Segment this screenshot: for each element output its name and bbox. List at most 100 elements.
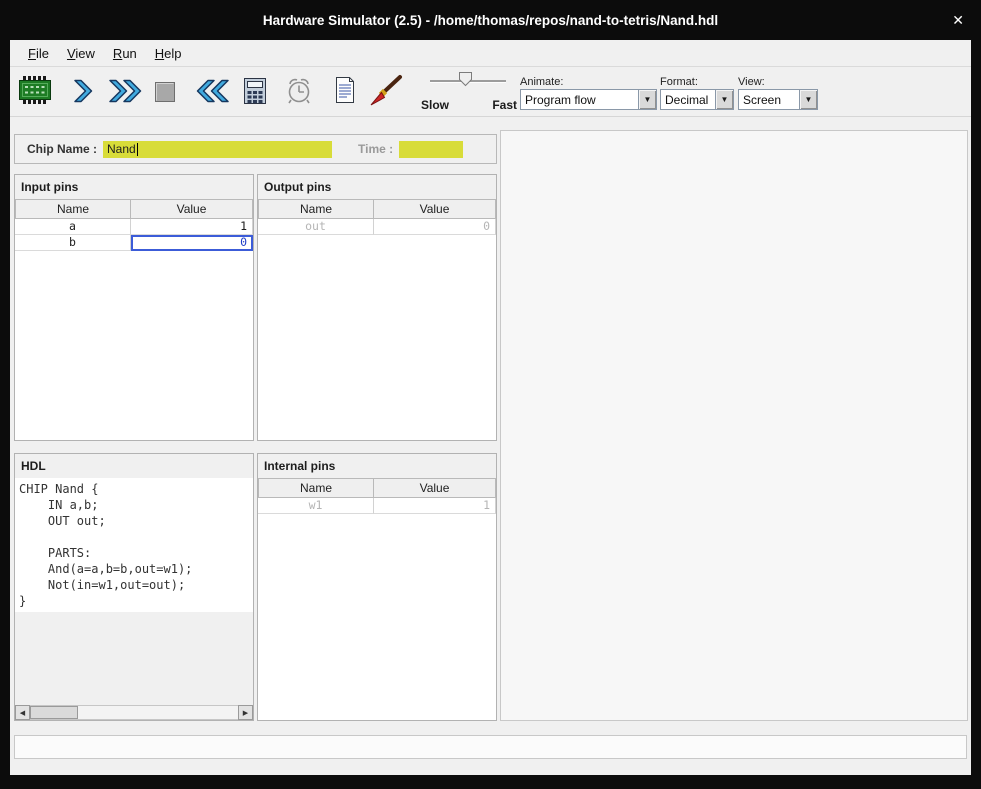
chevron-down-icon: ▼ xyxy=(805,96,813,104)
reset-button[interactable] xyxy=(190,76,232,106)
chip-name-label: Chip Name : xyxy=(27,142,97,156)
pin-value[interactable]: 1 xyxy=(131,219,253,235)
single-step-button[interactable] xyxy=(68,77,96,105)
slider-thumb[interactable] xyxy=(458,71,473,87)
column-header-name: Name xyxy=(258,478,374,498)
chip-header-bar: Chip Name : Nand Time : xyxy=(14,134,497,164)
slider-slow-label: Slow xyxy=(421,98,449,112)
pin-value-editing[interactable]: 0 xyxy=(131,235,253,251)
calculator-icon xyxy=(242,76,268,106)
screen-view-panel xyxy=(500,130,968,721)
script-button[interactable] xyxy=(332,75,358,105)
speed-slider[interactable]: Slow Fast xyxy=(418,68,520,114)
window-title: Hardware Simulator (2.5) - /home/thomas/… xyxy=(263,13,718,28)
scroll-left-button[interactable]: ◀ xyxy=(15,705,30,720)
input-pins-panel: Input pins Name Value a 1 b 0 xyxy=(14,174,254,441)
view-combo-value: Screen xyxy=(739,90,799,109)
hdl-code-view[interactable]: CHIP Nand { IN a,b; OUT out; PARTS: And(… xyxy=(15,478,253,612)
pin-value: 1 xyxy=(374,498,496,514)
column-header-value: Value xyxy=(374,199,496,219)
close-icon[interactable]: ✕ xyxy=(952,0,964,40)
hdl-line: IN a,b; xyxy=(19,497,253,513)
clock-button[interactable] xyxy=(284,75,314,105)
document-icon xyxy=(332,75,358,105)
chip-icon xyxy=(18,75,52,105)
view-label: View: xyxy=(738,76,765,88)
titlebar: Hardware Simulator (2.5) - /home/thomas/… xyxy=(0,0,981,40)
menu-help[interactable]: Help xyxy=(146,43,191,64)
window-body: File View Run Help xyxy=(10,40,971,775)
slider-labels: Slow Fast xyxy=(418,98,520,112)
pin-name: out xyxy=(258,219,374,235)
chevron-down-icon: ▼ xyxy=(721,96,729,104)
format-combo-button[interactable]: ▼ xyxy=(715,90,733,109)
fast-forward-icon xyxy=(106,77,146,105)
hdl-line: And(a=a,b=b,out=w1); xyxy=(19,561,253,577)
slider-fast-label: Fast xyxy=(492,98,517,112)
text-cursor xyxy=(137,143,138,156)
status-bar xyxy=(14,735,967,759)
pin-row-b: b 0 xyxy=(15,235,253,251)
app-window: Hardware Simulator (2.5) - /home/thomas/… xyxy=(0,0,981,789)
chip-name-field[interactable]: Nand xyxy=(103,141,332,158)
pin-value: 0 xyxy=(374,219,496,235)
internal-pins-title: Internal pins xyxy=(258,454,496,478)
column-header-name: Name xyxy=(15,199,131,219)
hdl-line: OUT out; xyxy=(19,513,253,529)
time-field xyxy=(399,141,463,158)
time-label: Time : xyxy=(358,142,393,156)
hdl-line: Not(in=w1,out=out); xyxy=(19,577,253,593)
hdl-line: PARTS: xyxy=(19,545,253,561)
scroll-left-icon: ◀ xyxy=(20,709,25,717)
single-step-icon xyxy=(68,77,96,105)
rewind-icon xyxy=(190,76,232,106)
pin-row-a: a 1 xyxy=(15,219,253,235)
output-pins-header: Name Value xyxy=(258,199,496,219)
run-button[interactable] xyxy=(106,77,146,105)
eval-button[interactable] xyxy=(242,76,268,106)
column-header-value: Value xyxy=(374,478,496,498)
view-combo-button[interactable]: ▼ xyxy=(799,90,817,109)
internal-pins-panel: Internal pins Name Value w1 1 xyxy=(257,453,497,721)
view-combo[interactable]: Screen ▼ xyxy=(738,89,818,110)
pin-name: a xyxy=(15,219,131,235)
animate-combo-button[interactable]: ▼ xyxy=(638,90,656,109)
column-header-name: Name xyxy=(258,199,374,219)
toolbar: Slow Fast Animate: Program flow ▼ Format… xyxy=(10,67,971,117)
menu-file[interactable]: File xyxy=(19,43,58,64)
pin-row-w1: w1 1 xyxy=(258,498,496,514)
output-pins-panel: Output pins Name Value out 0 xyxy=(257,174,497,441)
output-pins-title: Output pins xyxy=(258,175,496,199)
format-combo-value: Decimal xyxy=(661,90,715,109)
animate-combo[interactable]: Program flow ▼ xyxy=(520,89,657,110)
input-pins-header: Name Value xyxy=(15,199,253,219)
internal-pins-header: Name Value xyxy=(258,478,496,498)
hdl-title: HDL xyxy=(15,454,253,478)
format-combo[interactable]: Decimal ▼ xyxy=(660,89,734,110)
scroll-thumb[interactable] xyxy=(30,706,78,719)
animate-combo-value: Program flow xyxy=(521,90,638,109)
menu-view[interactable]: View xyxy=(58,43,104,64)
hdl-panel: HDL CHIP Nand { IN a,b; OUT out; PARTS: … xyxy=(14,453,254,721)
format-label: Format: xyxy=(660,76,698,88)
hdl-line: CHIP Nand { xyxy=(19,481,253,497)
menu-run[interactable]: Run xyxy=(104,43,146,64)
pin-name: b xyxy=(15,235,131,251)
input-pins-title: Input pins xyxy=(15,175,253,199)
load-chip-button[interactable] xyxy=(18,75,52,105)
clock-icon xyxy=(284,75,314,105)
scroll-track[interactable] xyxy=(30,705,238,720)
chevron-down-icon: ▼ xyxy=(644,96,652,104)
animate-label: Animate: xyxy=(520,76,563,88)
scroll-right-icon: ▶ xyxy=(243,709,248,717)
clear-button[interactable] xyxy=(368,74,404,108)
scroll-right-button[interactable]: ▶ xyxy=(238,705,253,720)
hdl-line xyxy=(19,529,253,545)
stop-button[interactable] xyxy=(152,79,178,105)
pin-name: w1 xyxy=(258,498,374,514)
hdl-hscrollbar[interactable]: ◀ ▶ xyxy=(15,705,253,720)
pin-row-out: out 0 xyxy=(258,219,496,235)
stop-icon xyxy=(152,79,178,105)
menubar: File View Run Help xyxy=(10,40,971,67)
column-header-value: Value xyxy=(131,199,253,219)
